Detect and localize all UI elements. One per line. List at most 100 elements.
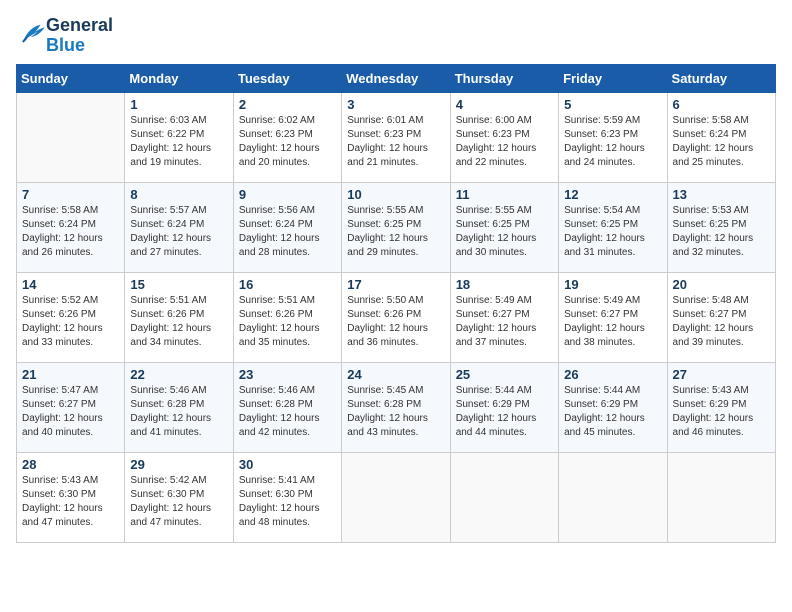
day-number: 17 [347,277,444,292]
day-info: Sunrise: 5:54 AM Sunset: 6:25 PM Dayligh… [564,204,661,260]
day-info: Sunrise: 5:55 AM Sunset: 6:25 PM Dayligh… [347,204,444,260]
day-number: 28 [22,457,119,472]
calendar-day-cell: 11 Sunrise: 5:55 AM Sunset: 6:25 PM Dayli… [450,182,558,272]
day-info: Sunrise: 5:46 AM Sunset: 6:28 PM Dayligh… [239,384,336,440]
day-info: Sunrise: 5:51 AM Sunset: 6:26 PM Dayligh… [130,294,227,350]
day-info: Sunrise: 5:56 AM Sunset: 6:24 PM Dayligh… [239,204,336,260]
day-info: Sunrise: 5:44 AM Sunset: 6:29 PM Dayligh… [564,384,661,440]
day-number: 22 [130,367,227,382]
day-number: 13 [673,187,770,202]
calendar-day-cell: 26 Sunrise: 5:44 AM Sunset: 6:29 PM Dayli… [559,362,667,452]
day-number: 15 [130,277,227,292]
day-number: 23 [239,367,336,382]
day-of-week-header: Friday [559,64,667,92]
day-number: 2 [239,97,336,112]
day-info: Sunrise: 5:41 AM Sunset: 6:30 PM Dayligh… [239,474,336,530]
calendar-day-cell [667,452,775,542]
day-of-week-header: Thursday [450,64,558,92]
calendar-week-row: 14 Sunrise: 5:52 AM Sunset: 6:26 PM Dayli… [17,272,776,362]
calendar-day-cell: 9 Sunrise: 5:56 AM Sunset: 6:24 PM Daylig… [233,182,341,272]
day-number: 7 [22,187,119,202]
day-info: Sunrise: 5:49 AM Sunset: 6:27 PM Dayligh… [456,294,553,350]
day-number: 20 [673,277,770,292]
day-number: 26 [564,367,661,382]
calendar-day-cell [450,452,558,542]
calendar-header-row: SundayMondayTuesdayWednesdayThursdayFrid… [17,64,776,92]
day-info: Sunrise: 5:46 AM Sunset: 6:28 PM Dayligh… [130,384,227,440]
calendar-day-cell [559,452,667,542]
calendar-week-row: 7 Sunrise: 5:58 AM Sunset: 6:24 PM Daylig… [17,182,776,272]
day-info: Sunrise: 5:59 AM Sunset: 6:23 PM Dayligh… [564,114,661,170]
day-info: Sunrise: 5:52 AM Sunset: 6:26 PM Dayligh… [22,294,119,350]
day-number: 5 [564,97,661,112]
day-info: Sunrise: 5:49 AM Sunset: 6:27 PM Dayligh… [564,294,661,350]
calendar-day-cell: 17 Sunrise: 5:50 AM Sunset: 6:26 PM Dayli… [342,272,450,362]
day-number: 6 [673,97,770,112]
calendar-day-cell: 21 Sunrise: 5:47 AM Sunset: 6:27 PM Dayli… [17,362,125,452]
day-info: Sunrise: 5:58 AM Sunset: 6:24 PM Dayligh… [22,204,119,260]
day-number: 16 [239,277,336,292]
calendar-day-cell: 30 Sunrise: 5:41 AM Sunset: 6:30 PM Dayli… [233,452,341,542]
day-info: Sunrise: 5:42 AM Sunset: 6:30 PM Dayligh… [130,474,227,530]
calendar-day-cell: 25 Sunrise: 5:44 AM Sunset: 6:29 PM Dayli… [450,362,558,452]
day-info: Sunrise: 5:43 AM Sunset: 6:30 PM Dayligh… [22,474,119,530]
day-number: 10 [347,187,444,202]
calendar-day-cell: 15 Sunrise: 5:51 AM Sunset: 6:26 PM Dayli… [125,272,233,362]
calendar-day-cell: 18 Sunrise: 5:49 AM Sunset: 6:27 PM Dayli… [450,272,558,362]
day-info: Sunrise: 6:00 AM Sunset: 6:23 PM Dayligh… [456,114,553,170]
day-of-week-header: Tuesday [233,64,341,92]
day-info: Sunrise: 5:57 AM Sunset: 6:24 PM Dayligh… [130,204,227,260]
calendar-day-cell: 6Sunrise: 5:58 AM Sunset: 6:24 PM Daylig… [667,92,775,182]
day-info: Sunrise: 5:44 AM Sunset: 6:29 PM Dayligh… [456,384,553,440]
day-number: 11 [456,187,553,202]
calendar-day-cell: 5 Sunrise: 5:59 AM Sunset: 6:23 PM Daylig… [559,92,667,182]
day-number: 1 [130,97,227,112]
logo-icon [18,19,46,47]
page-header: GeneralBlue [16,16,776,56]
day-of-week-header: Monday [125,64,233,92]
day-info: Sunrise: 5:45 AM Sunset: 6:28 PM Dayligh… [347,384,444,440]
day-number: 25 [456,367,553,382]
calendar-day-cell: 12 Sunrise: 5:54 AM Sunset: 6:25 PM Dayli… [559,182,667,272]
day-number: 3 [347,97,444,112]
day-number: 12 [564,187,661,202]
day-number: 4 [456,97,553,112]
day-of-week-header: Saturday [667,64,775,92]
day-number: 21 [22,367,119,382]
day-number: 29 [130,457,227,472]
day-number: 27 [673,367,770,382]
day-of-week-header: Wednesday [342,64,450,92]
calendar-day-cell: 29 Sunrise: 5:42 AM Sunset: 6:30 PM Dayli… [125,452,233,542]
calendar-day-cell [17,92,125,182]
calendar-day-cell: 24 Sunrise: 5:45 AM Sunset: 6:28 PM Dayli… [342,362,450,452]
day-info: Sunrise: 5:47 AM Sunset: 6:27 PM Dayligh… [22,384,119,440]
calendar-day-cell [342,452,450,542]
day-info: Sunrise: 5:55 AM Sunset: 6:25 PM Dayligh… [456,204,553,260]
day-info: Sunrise: 5:51 AM Sunset: 6:26 PM Dayligh… [239,294,336,350]
calendar-day-cell: 1Sunrise: 6:03 AM Sunset: 6:22 PM Daylig… [125,92,233,182]
day-info: Sunrise: 6:02 AM Sunset: 6:23 PM Dayligh… [239,114,336,170]
calendar-day-cell: 16 Sunrise: 5:51 AM Sunset: 6:26 PM Dayli… [233,272,341,362]
calendar-day-cell: 23 Sunrise: 5:46 AM Sunset: 6:28 PM Dayli… [233,362,341,452]
calendar-week-row: 28 Sunrise: 5:43 AM Sunset: 6:30 PM Dayli… [17,452,776,542]
day-number: 8 [130,187,227,202]
day-info: Sunrise: 5:43 AM Sunset: 6:29 PM Dayligh… [673,384,770,440]
day-of-week-header: Sunday [17,64,125,92]
day-info: Sunrise: 5:50 AM Sunset: 6:26 PM Dayligh… [347,294,444,350]
calendar-day-cell: 14 Sunrise: 5:52 AM Sunset: 6:26 PM Dayli… [17,272,125,362]
calendar-day-cell: 3Sunrise: 6:01 AM Sunset: 6:23 PM Daylig… [342,92,450,182]
day-number: 30 [239,457,336,472]
calendar-day-cell: 27 Sunrise: 5:43 AM Sunset: 6:29 PM Dayli… [667,362,775,452]
day-number: 14 [22,277,119,292]
day-number: 9 [239,187,336,202]
day-info: Sunrise: 5:53 AM Sunset: 6:25 PM Dayligh… [673,204,770,260]
day-info: Sunrise: 5:48 AM Sunset: 6:27 PM Dayligh… [673,294,770,350]
calendar-day-cell: 13 Sunrise: 5:53 AM Sunset: 6:25 PM Dayli… [667,182,775,272]
day-number: 24 [347,367,444,382]
calendar-day-cell: 19Sunrise: 5:49 AM Sunset: 6:27 PM Dayli… [559,272,667,362]
day-number: 18 [456,277,553,292]
calendar-day-cell: 4 Sunrise: 6:00 AM Sunset: 6:23 PM Daylig… [450,92,558,182]
calendar-table: SundayMondayTuesdayWednesdayThursdayFrid… [16,64,776,543]
calendar-day-cell: 10 Sunrise: 5:55 AM Sunset: 6:25 PM Dayli… [342,182,450,272]
calendar-day-cell: 8 Sunrise: 5:57 AM Sunset: 6:24 PM Daylig… [125,182,233,272]
